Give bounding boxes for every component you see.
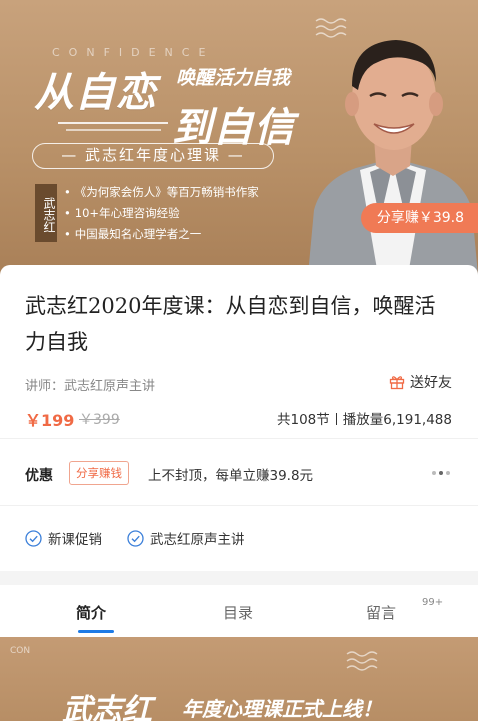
original-price: ￥399 (79, 412, 120, 428)
credential-item: 中国最知名心理学者之一 (64, 224, 259, 245)
promo-tag: 分享赚钱 (69, 461, 129, 485)
card-divider (0, 438, 478, 439)
banner-subtitle: 唤醒活力自我 (176, 67, 291, 89)
feature-label: 新课促销 (48, 532, 102, 548)
card-divider (0, 505, 478, 506)
play-count: 播放量6,191,488 (342, 412, 452, 428)
share-earn-badge[interactable]: 分享赚￥39.8 (360, 203, 478, 233)
confidence-word: CONFIDENCE (52, 46, 215, 59)
section-count: 共108节 (277, 412, 330, 428)
promo-text: 上不封顶，每单立赚39.8元 (148, 468, 314, 484)
credential-item: 10+年心理咨询经验 (64, 203, 259, 224)
intro-banner-subtitle: 年度心理课正式上线！ (182, 697, 382, 721)
promo-label: 优惠 (25, 468, 53, 484)
current-price: ￥199 (25, 411, 75, 430)
content-tabs: 简介 目录 留言 99+ (0, 585, 478, 637)
more-options-icon[interactable] (432, 471, 450, 475)
course-info-card: 武志红2020年度课：从自恋到自信，唤醒活力自我 讲师：武志红原声主讲 送好友 … (0, 265, 478, 571)
banner-title-line1: 从自恋 (34, 70, 157, 116)
course-title: 武志红2020年度课：从自恋到自信，唤醒活力自我 (25, 294, 436, 354)
course-banner: CONFIDENCE 从自恋 唤醒活力自我 到自信 — 武志红年度心理课 — 武… (0, 0, 478, 275)
course-page: CONFIDENCE 从自恋 唤醒活力自我 到自信 — 武志红年度心理课 — 武… (0, 0, 478, 721)
lecturer-label: 讲师：武志红原声主讲 (25, 379, 156, 394)
lecturer-name-tag: 武志红 (35, 184, 57, 242)
check-circle-icon (25, 529, 42, 547)
lecturer-portrait (308, 40, 478, 275)
check-circle-icon (127, 529, 144, 547)
stats-separator (335, 413, 337, 425)
active-tab-indicator (78, 630, 114, 633)
course-name-pill: — 武志红年度心理课 — (32, 143, 274, 169)
lecturer-credentials: 《为何家会伤人》等百万畅销书作家 10+年心理咨询经验 中国最知名心理学者之一 (64, 182, 259, 245)
tab-intro[interactable]: 简介 (76, 602, 106, 623)
comment-count-badge: 99+ (422, 597, 444, 608)
wave-decoration-icon (346, 651, 378, 671)
intro-banner-title: 武志红 (62, 693, 152, 721)
intro-banner: CON 武志红 年度心理课正式上线！ (0, 637, 478, 721)
gift-icon (389, 376, 405, 390)
feature-item-promotion: 新课促销 (25, 528, 102, 548)
gift-to-friend-button[interactable]: 送好友 (389, 372, 452, 392)
gift-label: 送好友 (410, 375, 452, 391)
feature-item-voice: 武志红原声主讲 (127, 528, 245, 548)
banner-divider (58, 122, 168, 124)
tab-catalog[interactable]: 目录 (223, 602, 253, 623)
course-stats: 共108节 播放量6,191,488 (277, 408, 452, 428)
vertical-decoration-text: CON (10, 646, 31, 656)
credential-item: 《为何家会伤人》等百万畅销书作家 (64, 182, 259, 203)
banner-divider-2 (66, 129, 161, 131)
feature-label: 武志红原声主讲 (150, 532, 245, 548)
tab-comments[interactable]: 留言 (366, 602, 396, 623)
